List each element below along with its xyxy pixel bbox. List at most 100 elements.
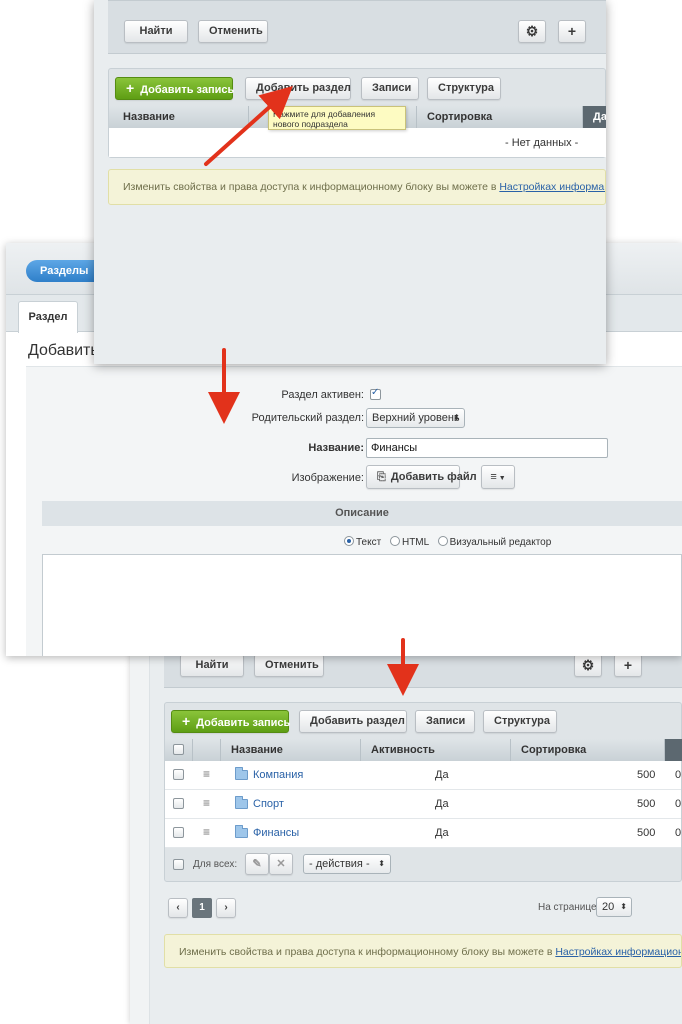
select-all-checkbox[interactable] [173, 744, 184, 755]
check-icon: ✓ [371, 387, 380, 398]
find-button[interactable]: Найти [124, 20, 188, 43]
records-button[interactable]: Записи [415, 710, 475, 733]
active-checkbox[interactable]: ✓ [370, 387, 381, 400]
add-record-label: Добавить запись [140, 84, 235, 96]
row-menu-icon[interactable]: ≡ [203, 796, 210, 810]
plus-icon: + [182, 713, 191, 729]
description-header: Описание [42, 501, 682, 526]
cancel-button[interactable]: Отменить [254, 654, 324, 677]
table-row[interactable]: ≡ Финансы Да 500 0 [165, 819, 681, 848]
mode-visual-label: Визуальный редактор [449, 537, 552, 548]
add-section-button[interactable]: Добавить раздел [299, 710, 407, 733]
header-menu-cell [193, 739, 221, 761]
mode-html-radio[interactable] [389, 536, 400, 546]
header-row: Название Активность Сортировка [165, 739, 682, 761]
cancel-button[interactable]: Отменить [198, 20, 268, 43]
next-page-button[interactable]: › [216, 898, 236, 918]
row-name-link[interactable]: Финансы [253, 827, 299, 839]
mode-text-radio[interactable] [344, 536, 354, 546]
add-section-button[interactable]: Добавить раздел [245, 77, 351, 100]
add-record-button[interactable]: + Добавить запись [115, 77, 235, 100]
empty-text: - Нет данных - [505, 137, 579, 149]
edit-selected-button[interactable]: ✎ [245, 853, 269, 875]
for-all-label: Для всех: [193, 859, 238, 870]
breadcrumb[interactable]: Разделы [26, 260, 101, 282]
add-file-button[interactable]: ⎘ Добавить файл [366, 465, 477, 489]
add-filter-button[interactable]: + [558, 20, 586, 43]
gear-icon: ⚙ [525, 23, 539, 39]
row-active: Да [435, 827, 449, 839]
records-button[interactable]: Записи [361, 77, 419, 100]
add-record-button[interactable]: + Добавить запись [171, 710, 291, 733]
name-input[interactable]: Финансы [366, 438, 608, 458]
chevron-right-icon: › [224, 902, 228, 913]
iblock-settings-link[interactable]: Настройках информационного бло [555, 946, 681, 958]
tab-section[interactable]: Раздел [18, 301, 78, 333]
row-name-link[interactable]: Спорт [253, 798, 284, 810]
mode-visual-radio[interactable] [437, 536, 448, 546]
page-title: Добавить [28, 342, 99, 359]
row-menu-icon[interactable]: ≡ [203, 825, 210, 839]
chevron-down-icon: ▼ [498, 475, 506, 482]
plus-icon: + [567, 23, 577, 39]
column-name[interactable]: Название [221, 739, 361, 761]
column-overflow[interactable]: Да [583, 106, 606, 128]
file-menu-button[interactable]: ≡ ▼ [481, 465, 515, 489]
prev-page-button[interactable]: ‹ [168, 898, 188, 918]
table-row[interactable]: ≡ Спорт Да 500 0 [165, 790, 681, 819]
parent-section-select[interactable]: Верхний уровень ⬍ [366, 408, 465, 428]
iblock-notice: Изменить свойства и права доступа к инфо… [164, 934, 682, 968]
description-header-label: Описание [335, 507, 389, 519]
column-activity[interactable]: Активность [361, 739, 511, 761]
notice-text: Изменить свойства и права доступа к инфо… [179, 946, 553, 958]
add-section-tooltip: Нажмите для добавления нового подраздела [268, 106, 406, 130]
chevron-updown-icon: ⬍ [378, 859, 385, 868]
name-label: Название: [308, 442, 364, 454]
row-checkbox[interactable] [173, 798, 184, 809]
structure-button[interactable]: Структура [483, 710, 557, 733]
tooltip-text: Нажмите для добавления нового подраздела [273, 109, 376, 129]
delete-selected-button[interactable]: ✕ [269, 853, 293, 875]
top-panel: Найти Отменить ⚙ + + Добавить запись Доба… [94, 0, 606, 364]
parent-section-value: Верхний уровень [372, 412, 460, 424]
header-checkbox-cell [165, 739, 193, 761]
folder-icon [235, 767, 248, 780]
description-textarea[interactable] [42, 554, 682, 656]
chevron-updown-icon: ⬍ [453, 413, 460, 422]
for-all-checkbox[interactable] [173, 859, 184, 870]
row-active: Да [435, 769, 449, 781]
empty-row: - Нет данных - [109, 128, 606, 157]
row-menu-icon[interactable]: ≡ [203, 767, 210, 781]
active-label: Раздел активен: [281, 389, 364, 401]
plus-icon: + [126, 80, 135, 96]
plus-icon: + [623, 657, 633, 673]
find-button[interactable]: Найти [180, 654, 244, 677]
row-name-link[interactable]: Компания [253, 769, 303, 781]
form-body: Раздел активен: ✓ Родительский раздел: В… [26, 366, 682, 656]
table-header: Название Активность Сортировка [165, 739, 682, 761]
column-sort[interactable]: Сортировка [511, 739, 665, 761]
add-record-label: Добавить запись [196, 717, 291, 729]
per-page-select[interactable]: 20 ⬍ [596, 897, 632, 917]
current-page[interactable]: 1 [192, 898, 212, 918]
row-extra: 0 [675, 827, 682, 839]
actions-select[interactable]: - действия - ⬍ [303, 854, 391, 874]
settings-button[interactable]: ⚙ [518, 20, 546, 43]
content-area: Найти Отменить ⚙ + + Добавить запись Доба… [150, 648, 682, 1024]
iblock-settings-link[interactable]: Настройках информационного [499, 181, 605, 193]
paperclip-icon: ⎘ [377, 471, 386, 483]
add-filter-button[interactable]: + [614, 654, 642, 677]
group-actions: Для всех: ✎ ✕ - действия - ⬍ [165, 849, 681, 881]
table-row[interactable]: ≡ Компания Да 500 0 [165, 761, 681, 790]
mode-html-label: HTML [401, 537, 429, 548]
column-sort[interactable]: Сортировка [417, 106, 583, 128]
settings-button[interactable]: ⚙ [574, 654, 602, 677]
folder-icon [235, 796, 248, 809]
gear-icon: ⚙ [581, 657, 595, 673]
row-checkbox[interactable] [173, 769, 184, 780]
row-extra: 0 [675, 798, 682, 810]
row-checkbox[interactable] [173, 827, 184, 838]
row-sort: 500 [637, 798, 656, 810]
column-name[interactable]: Название [109, 106, 249, 128]
structure-button[interactable]: Структура [427, 77, 501, 100]
